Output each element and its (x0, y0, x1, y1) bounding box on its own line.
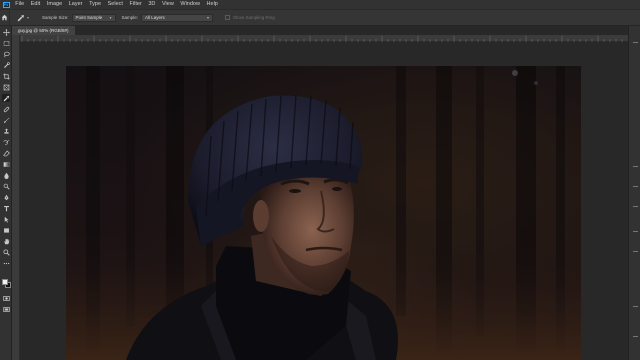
healing-brush-tool[interactable] (2, 105, 10, 113)
screen-mode-icon (2, 306, 10, 312)
menu-window[interactable]: Window (177, 0, 203, 9)
quick-mask-button[interactable] (2, 294, 10, 302)
move-tool[interactable] (2, 28, 10, 36)
eyedropper-tool[interactable] (2, 94, 10, 102)
checkbox-box (225, 15, 231, 20)
screen-mode-button[interactable] (2, 305, 10, 313)
home-icon (1, 14, 8, 21)
dodge-icon (3, 183, 10, 190)
show-sampling-ring-checkbox[interactable]: Show Sampling Ring (225, 15, 275, 20)
right-panel-strip (628, 26, 640, 360)
ruler-ticks (21, 36, 623, 42)
blur-tool[interactable] (2, 171, 10, 179)
sample-select[interactable]: All Layers ▾ (141, 13, 214, 22)
frame-icon (3, 84, 9, 90)
chevron-down-icon: ▾ (26, 15, 29, 20)
arrow-pointer-icon (4, 216, 9, 223)
zoom-tool[interactable] (2, 248, 10, 256)
panel-tab-icon[interactable] (633, 166, 638, 167)
more-tools[interactable] (2, 259, 10, 267)
document-tab-bar: guy.jpg @ 50% (RGB/8#) (12, 26, 628, 35)
move-icon (2, 28, 10, 36)
type-icon (3, 205, 9, 211)
sample-label: Sample: (121, 15, 139, 20)
brush-icon (3, 117, 9, 123)
type-tool[interactable] (2, 204, 10, 212)
clone-stamp-tool[interactable] (2, 127, 10, 135)
sample-size-value: Point Sample (75, 15, 103, 20)
sample-value: All Layers (145, 15, 165, 20)
menu-filter[interactable]: Filter (126, 0, 145, 9)
menu-bar: Ps File Edit Image Layer Type Select Fil… (0, 0, 640, 9)
menu-view[interactable]: View (159, 0, 177, 9)
hand-icon (3, 238, 9, 244)
panel-tab-icon[interactable] (633, 231, 638, 232)
photoshop-logo-icon: Ps (2, 1, 10, 8)
eyedropper-icon (17, 14, 25, 21)
document-tab-title: guy.jpg @ 50% (RGB/8#) (18, 28, 69, 33)
rectangle-tool[interactable] (2, 226, 10, 234)
gradient-tool[interactable] (2, 160, 10, 168)
home-button[interactable] (0, 9, 10, 26)
tools-panel (0, 26, 12, 360)
gradient-icon (3, 161, 9, 167)
menu-type[interactable]: Type (86, 0, 105, 9)
options-bar: ▾ Sample Size: Point Sample ▾ Sample: Al… (0, 9, 640, 26)
panel-collapse-icon[interactable] (633, 42, 638, 43)
lasso-icon (3, 51, 10, 58)
path-selection-tool[interactable] (2, 215, 10, 223)
lasso-tool[interactable] (2, 50, 10, 58)
panel-tab-icon[interactable] (633, 206, 638, 207)
history-brush-tool[interactable] (2, 138, 10, 146)
menu-layer[interactable]: Layer (65, 0, 85, 9)
bandage-icon (3, 106, 9, 112)
horizontal-ruler[interactable] (12, 35, 628, 42)
sample-size-select[interactable]: Point Sample ▾ (71, 13, 116, 22)
stamp-icon (3, 128, 9, 134)
rectangle-icon (3, 227, 9, 233)
chevron-down-icon: ▾ (207, 15, 210, 20)
eraser-icon (2, 150, 10, 156)
panel-tab-icon[interactable] (633, 186, 638, 187)
crop-tool[interactable] (2, 72, 10, 80)
show-sampling-ring-label: Show Sampling Ring (233, 15, 275, 20)
sample-size-label: Sample Size: (42, 15, 69, 20)
droplet-icon (3, 172, 9, 179)
magnifier-icon (2, 248, 10, 256)
pen-icon (3, 194, 9, 200)
menu-select[interactable]: Select (104, 0, 126, 9)
eraser-tool[interactable] (2, 149, 10, 157)
chevron-down-icon: ▾ (109, 15, 112, 20)
brush-tool[interactable] (2, 116, 10, 124)
foreground-color-swatch[interactable] (2, 279, 8, 285)
dodge-tool[interactable] (2, 182, 10, 190)
panel-tab-icon[interactable] (633, 306, 638, 307)
image-canvas[interactable] (66, 66, 581, 360)
photoshop-window: Ps File Edit Image Layer Type Select Fil… (0, 0, 640, 360)
ellipsis-icon (3, 262, 9, 264)
quick-selection-tool[interactable] (2, 61, 10, 69)
crop-icon (2, 72, 10, 80)
pen-tool[interactable] (2, 193, 10, 201)
hand-tool[interactable] (2, 237, 10, 245)
tool-preset-picker[interactable]: ▾ (10, 9, 36, 26)
history-brush-icon (2, 139, 9, 145)
menu-image[interactable]: Image (44, 0, 66, 9)
brush-selection-icon (3, 61, 10, 68)
document-tab[interactable]: guy.jpg @ 50% (RGB/8#) (12, 26, 75, 35)
frame-tool[interactable] (2, 83, 10, 91)
portrait-photo (66, 66, 581, 360)
marquee-icon (3, 40, 9, 46)
menu-3d[interactable]: 3D (145, 0, 159, 9)
eyedropper-icon (3, 95, 9, 101)
vertical-ruler[interactable] (12, 35, 20, 360)
menu-file[interactable]: File (12, 0, 27, 9)
quick-mask-icon (2, 295, 10, 301)
marquee-tool[interactable] (2, 39, 10, 47)
menu-edit[interactable]: Edit (27, 0, 43, 9)
panel-tab-icon[interactable] (633, 336, 638, 337)
panel-tab-icon[interactable] (633, 251, 638, 252)
menu-help[interactable]: Help (203, 0, 221, 9)
